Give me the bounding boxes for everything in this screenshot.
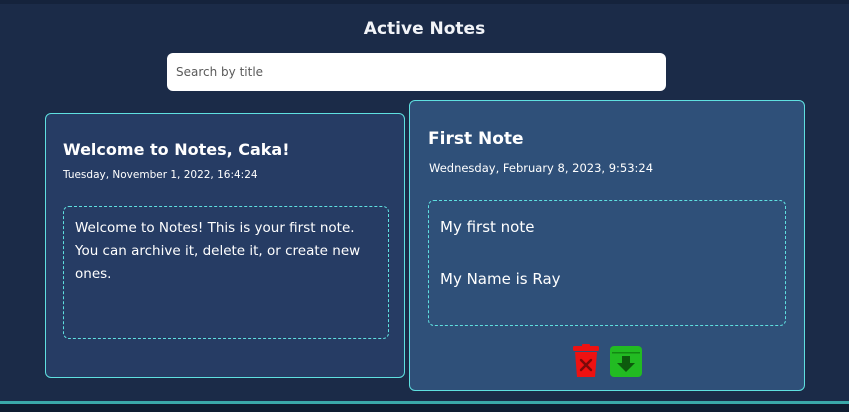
note-body-text: Welcome to Notes! This is your first not… (75, 220, 365, 282)
note-body: My first note My Name is Ray (428, 200, 786, 326)
note-title: Welcome to Notes, Caka! (63, 140, 290, 159)
note-date: Wednesday, February 8, 2023, 9:53:24 (429, 161, 654, 175)
note-body-line (440, 240, 774, 266)
notes-app: Active Notes Welcome to Notes, Caka! Tue… (0, 0, 849, 412)
delete-button[interactable] (568, 343, 604, 379)
archive-down-icon (610, 346, 642, 377)
note-card[interactable]: Welcome to Notes, Caka! Tuesday, Novembe… (45, 113, 405, 378)
note-date: Tuesday, November 1, 2022, 16:4:24 (63, 169, 258, 181)
top-strip (0, 0, 849, 4)
note-title: First Note (428, 129, 524, 149)
bottom-bar (0, 401, 849, 412)
search-input[interactable] (167, 53, 666, 91)
trash-icon (573, 344, 599, 377)
note-card[interactable]: First Note Wednesday, February 8, 2023, … (409, 100, 805, 391)
archive-button[interactable] (608, 343, 644, 379)
note-body: Welcome to Notes! This is your first not… (63, 206, 389, 339)
page-title: Active Notes (363, 19, 486, 39)
bottom-bar-accent (0, 401, 849, 404)
note-actions (410, 341, 806, 381)
note-body-line: My first note (440, 218, 535, 236)
note-body-line: My Name is Ray (440, 270, 561, 288)
